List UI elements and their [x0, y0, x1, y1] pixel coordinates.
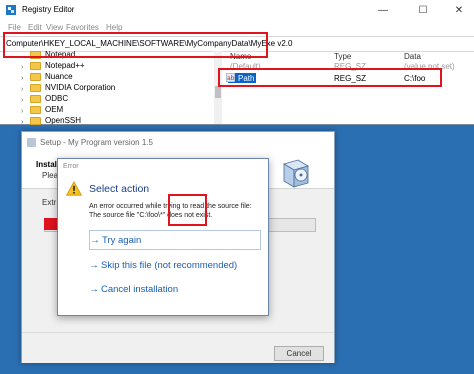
menu-item-file[interactable]: File: [8, 23, 21, 32]
skip-file-label: Skip this file (not recommended): [101, 259, 238, 271]
tree-scrollbar-thumb[interactable]: [215, 86, 221, 98]
path-highlight-annotation: [168, 194, 207, 226]
chevron-right-icon[interactable]: ›: [21, 119, 23, 126]
folder-icon: ›: [21, 83, 41, 93]
setup-status-label: Extr: [42, 198, 57, 207]
chevron-right-icon[interactable]: ›: [21, 108, 23, 115]
tree-item-nuance[interactable]: › Nuance: [21, 71, 73, 82]
error-dialog-title: Error: [63, 163, 79, 170]
cd-box-icon: [283, 159, 309, 188]
setup-install-label: Install: [36, 160, 60, 169]
arrow-right-icon: →: [90, 234, 100, 246]
registry-values-list: Name Type Data (Default) REG_SZ (value n…: [224, 51, 474, 124]
tree-item-label: ODBC: [45, 94, 69, 103]
folder-icon: ›: [21, 94, 41, 104]
setup-titlebar[interactable]: Setup - My Program version 1.5: [22, 132, 334, 152]
maximize-button[interactable]: ☐: [410, 2, 436, 18]
registry-editor-window: Registry Editor — ☐ ✕ File Edit View Fav…: [0, 0, 474, 126]
column-header-data[interactable]: Data: [404, 52, 421, 61]
tree-item-odbc[interactable]: › ODBC: [21, 93, 69, 104]
arrow-right-icon: →: [89, 283, 99, 295]
registry-titlebar[interactable]: Registry Editor — ☐ ✕: [0, 0, 474, 20]
setup-please-label: Plea: [42, 171, 59, 180]
folder-icon: ›: [21, 105, 41, 115]
minimize-button[interactable]: —: [370, 2, 396, 18]
error-heading: Select action: [89, 183, 150, 195]
error-dialog: Error Select action An error occurred wh…: [57, 158, 269, 316]
tree-item-openssh[interactable]: › OpenSSH: [21, 115, 82, 126]
folder-icon: ›: [21, 72, 41, 82]
tree-item-label: OpenSSH: [45, 116, 82, 125]
menu-item-edit[interactable]: Edit: [28, 23, 42, 32]
chevron-right-icon[interactable]: ›: [21, 97, 23, 104]
chevron-right-icon[interactable]: ›: [21, 75, 23, 82]
folder-icon: ›: [21, 61, 41, 71]
skip-file-button[interactable]: → Skip this file (not recommended): [89, 255, 261, 275]
tree-item-label: NVIDIA Corporation: [45, 83, 116, 92]
close-button[interactable]: ✕: [446, 2, 472, 18]
menu-item-view[interactable]: View: [46, 23, 63, 32]
value-highlight-annotation: [218, 68, 442, 87]
setup-app-icon: [27, 138, 36, 147]
arrow-right-icon: →: [89, 259, 99, 271]
tree-item-label: Notepad++: [45, 61, 85, 70]
cancel-installation-button[interactable]: → Cancel installation: [89, 279, 261, 299]
registry-editor-icon: [6, 5, 16, 15]
tree-item-label: Nuance: [45, 72, 73, 81]
setup-cancel-button[interactable]: Cancel: [274, 346, 324, 361]
registry-tree: Notepad › Notepad++ › Nuance › NVIDIA Co…: [0, 50, 222, 126]
column-header-type[interactable]: Type: [334, 52, 351, 61]
tree-item-oem[interactable]: › OEM: [21, 104, 64, 115]
warning-icon: [66, 181, 82, 196]
tree-item-label: OEM: [45, 105, 64, 114]
chevron-right-icon[interactable]: ›: [21, 64, 23, 71]
chevron-right-icon[interactable]: ›: [21, 86, 23, 93]
tree-item-nvidia[interactable]: › NVIDIA Corporation: [21, 82, 116, 93]
setup-title: Setup - My Program version 1.5: [40, 138, 153, 147]
folder-icon: ›: [21, 116, 41, 126]
menu-item-favorites[interactable]: Favorites: [66, 23, 99, 32]
registry-title: Registry Editor: [22, 5, 75, 14]
try-again-button[interactable]: → Try again: [89, 230, 261, 250]
try-again-label: Try again: [102, 234, 142, 246]
cancel-installation-label: Cancel installation: [101, 283, 179, 295]
tree-item-notepadpp[interactable]: › Notepad++: [21, 60, 85, 71]
menu-item-help[interactable]: Help: [106, 23, 122, 32]
address-highlight-annotation: [3, 32, 268, 58]
